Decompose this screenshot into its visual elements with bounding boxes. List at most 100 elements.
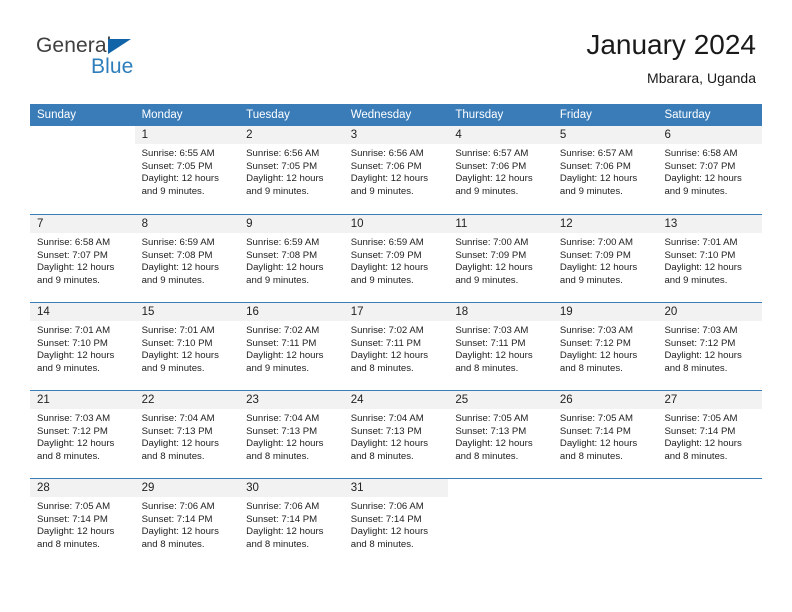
calendar-day-cell[interactable]: 22 Sunrise: 7:04 AM Sunset: 7:13 PM Dayligh… xyxy=(134,391,240,478)
title-block: January 2024 Mbarara, Uganda xyxy=(586,28,756,88)
calendar-day-cell[interactable]: 13 Sunrise: 7:01 AM Sunset: 7:10 PM Dayligh… xyxy=(657,215,763,302)
calendar-day-cell[interactable]: 16 Sunrise: 7:02 AM Sunset: 7:11 PM Dayligh… xyxy=(239,303,344,390)
calendar-day-cell[interactable]: 18 Sunrise: 7:03 AM Sunset: 7:11 PM Dayligh… xyxy=(448,303,553,390)
day-number: 18 xyxy=(448,303,553,321)
day-number: 30 xyxy=(239,479,344,497)
day-sun-info: Sunrise: 6:56 AM Sunset: 7:05 PM Daylight:… xyxy=(239,144,344,198)
day-number: 5 xyxy=(552,126,658,144)
day-sunrise-text: Sunrise: 7:03 AM xyxy=(37,413,111,424)
calendar-week-row: 1 Sunrise: 6:55 AM Sunset: 7:05 PM Daylight… xyxy=(30,126,763,214)
day-sunset-text: Sunset: 7:12 PM xyxy=(664,337,736,349)
day-number xyxy=(657,479,763,497)
calendar-day-cell[interactable]: 3 Sunrise: 6:56 AM Sunset: 7:06 PM Daylight… xyxy=(343,126,449,214)
calendar-day-cell[interactable]: 26 Sunrise: 7:05 AM Sunset: 7:14 PM Dayligh… xyxy=(552,391,658,478)
weekday-header-row: Sunday Monday Tuesday Wednesday Thursday Frid… xyxy=(30,104,762,126)
calendar-day-cell[interactable]: 20 Sunrise: 7:03 AM Sunset: 7:12 PM Dayligh… xyxy=(657,303,763,390)
day-sunrise-text: Sunrise: 6:59 AM xyxy=(141,237,215,248)
calendar-day-cell[interactable]: 4 Sunrise: 6:57 AM Sunset: 7:06 PM Daylight… xyxy=(448,126,553,214)
calendar-day-cell[interactable]: 6 Sunrise: 6:58 AM Sunset: 7:07 PM Daylight… xyxy=(657,126,763,214)
day-sunrise-text: Sunrise: 7:02 AM xyxy=(246,325,320,336)
day-daylight-text: and 8 minutes. xyxy=(37,538,100,550)
calendar-day-cell[interactable]: 5 Sunrise: 6:57 AM Sunset: 7:06 PM Daylight… xyxy=(552,126,658,214)
day-number: 2 xyxy=(239,126,344,144)
day-sunrise-text: Sunrise: 7:05 AM xyxy=(559,413,633,424)
day-number: 10 xyxy=(343,215,449,233)
day-sunrise-text: Sunrise: 7:03 AM xyxy=(559,325,633,336)
day-number: 27 xyxy=(657,391,763,409)
day-daylight-text: and 9 minutes. xyxy=(246,185,310,197)
day-daylight-text: and 9 minutes. xyxy=(350,185,414,197)
day-daylight-text: and 9 minutes. xyxy=(141,185,205,197)
day-sun-info: Sunrise: 6:55 AM Sunset: 7:05 PM Daylight:… xyxy=(135,144,240,198)
day-sunrise-text: Sunrise: 6:58 AM xyxy=(37,237,111,248)
day-sun-info: Sunrise: 7:03 AM Sunset: 7:12 PM Daylight:… xyxy=(30,409,135,463)
day-sunrise-text: Sunrise: 7:04 AM xyxy=(141,413,215,424)
day-sunset-text: Sunset: 7:10 PM xyxy=(141,337,213,349)
calendar-day-cell[interactable]: 15 Sunrise: 7:01 AM Sunset: 7:10 PM Dayligh… xyxy=(134,303,240,390)
day-daylight-text: and 9 minutes. xyxy=(455,185,519,197)
calendar-day-cell[interactable]: 25 Sunrise: 7:05 AM Sunset: 7:13 PM Dayligh… xyxy=(448,391,553,478)
day-number: 12 xyxy=(552,215,658,233)
day-daylight-text: Daylight: 12 hours xyxy=(141,526,219,538)
day-daylight-text: and 9 minutes. xyxy=(141,362,205,374)
page-subtitle: Mbarara, Uganda xyxy=(647,70,756,86)
day-sun-info: Sunrise: 7:05 AM Sunset: 7:14 PM Daylight:… xyxy=(657,409,762,463)
calendar-day-cell[interactable]: 11 Sunrise: 7:00 AM Sunset: 7:09 PM Dayligh… xyxy=(448,215,553,302)
day-number: 9 xyxy=(239,215,344,233)
calendar-day-cell[interactable]: 8 Sunrise: 6:59 AM Sunset: 7:08 PM Daylight… xyxy=(134,215,240,302)
day-daylight-text: and 9 minutes. xyxy=(664,274,728,286)
calendar-day-cell[interactable]: 24 Sunrise: 7:04 AM Sunset: 7:13 PM Dayligh… xyxy=(343,391,449,478)
day-sunset-text: Sunset: 7:14 PM xyxy=(37,513,108,525)
calendar-day-cell[interactable]: 23 Sunrise: 7:04 AM Sunset: 7:13 PM Dayligh… xyxy=(239,391,344,478)
weekday-header-wednesday: Wednesday xyxy=(350,109,412,121)
day-sunset-text: Sunset: 7:07 PM xyxy=(664,160,736,172)
page-title: January 2024 xyxy=(586,29,756,60)
day-number: 8 xyxy=(134,215,240,233)
brand-triangle-icon xyxy=(108,39,131,54)
day-number: 6 xyxy=(657,126,763,144)
day-daylight-text: Daylight: 12 hours xyxy=(141,173,219,185)
day-daylight-text: Daylight: 12 hours xyxy=(350,438,429,450)
day-daylight-text: Daylight: 12 hours xyxy=(664,262,742,274)
day-daylight-text: Daylight: 12 hours xyxy=(37,526,115,538)
day-sun-info: Sunrise: 6:59 AM Sunset: 7:08 PM Daylight:… xyxy=(135,233,240,287)
day-sun-info: Sunrise: 6:57 AM Sunset: 7:06 PM Daylight:… xyxy=(553,144,658,198)
day-sunrise-text: Sunrise: 6:57 AM xyxy=(455,148,529,159)
day-number: 23 xyxy=(239,391,344,409)
calendar-day-cell[interactable]: 14 Sunrise: 7:01 AM Sunset: 7:10 PM Dayligh… xyxy=(30,303,135,390)
calendar-day-cell[interactable]: 19 Sunrise: 7:03 AM Sunset: 7:12 PM Dayligh… xyxy=(552,303,658,390)
calendar-day-cell[interactable]: 2 Sunrise: 6:56 AM Sunset: 7:05 PM Daylight… xyxy=(239,126,344,214)
day-sunset-text: Sunset: 7:05 PM xyxy=(246,160,318,172)
calendar-day-cell[interactable]: 1 Sunrise: 6:55 AM Sunset: 7:05 PM Daylight… xyxy=(134,126,240,214)
day-sun-info: Sunrise: 6:59 AM Sunset: 7:09 PM Daylight:… xyxy=(344,233,449,287)
day-daylight-text: Daylight: 12 hours xyxy=(350,262,429,274)
calendar-day-cell[interactable]: 10 Sunrise: 6:59 AM Sunset: 7:09 PM Dayligh… xyxy=(343,215,449,302)
day-sunset-text: Sunset: 7:06 PM xyxy=(350,160,422,172)
day-daylight-text: Daylight: 12 hours xyxy=(559,262,638,274)
calendar-day-cell[interactable]: 30 Sunrise: 7:06 AM Sunset: 7:14 PM Dayligh… xyxy=(239,479,344,566)
day-daylight-text: Daylight: 12 hours xyxy=(350,350,429,362)
day-daylight-text: Daylight: 12 hours xyxy=(455,262,533,274)
brand-logo[interactable]: General Blue xyxy=(36,34,266,90)
day-daylight-text: and 8 minutes. xyxy=(350,538,414,550)
day-daylight-text: Daylight: 12 hours xyxy=(37,350,115,362)
calendar-day-cell[interactable]: 7 Sunrise: 6:58 AM Sunset: 7:07 PM Daylight… xyxy=(30,215,135,302)
day-sunset-text: Sunset: 7:14 PM xyxy=(246,513,318,525)
weekday-header-sunday: Sunday xyxy=(37,109,77,121)
calendar-day-cell[interactable]: 9 Sunrise: 6:59 AM Sunset: 7:08 PM Daylight… xyxy=(239,215,344,302)
day-sunset-text: Sunset: 7:08 PM xyxy=(141,249,213,261)
calendar-day-cell[interactable]: 29 Sunrise: 7:06 AM Sunset: 7:14 PM Dayligh… xyxy=(134,479,240,566)
calendar-day-cell[interactable]: 21 Sunrise: 7:03 AM Sunset: 7:12 PM Dayligh… xyxy=(30,391,135,478)
day-sunrise-text: Sunrise: 6:58 AM xyxy=(664,148,738,159)
day-sun-info: Sunrise: 7:01 AM Sunset: 7:10 PM Daylight:… xyxy=(657,233,762,287)
calendar-day-cell[interactable]: 28 Sunrise: 7:05 AM Sunset: 7:14 PM Dayligh… xyxy=(30,479,135,566)
day-sunrise-text: Sunrise: 6:57 AM xyxy=(559,148,633,159)
weekday-header-saturday: Saturday xyxy=(664,109,711,121)
calendar-day-cell[interactable]: 31 Sunrise: 7:06 AM Sunset: 7:14 PM Dayligh… xyxy=(343,479,449,566)
calendar-day-cell[interactable]: 17 Sunrise: 7:02 AM Sunset: 7:11 PM Dayligh… xyxy=(343,303,449,390)
day-sunset-text: Sunset: 7:13 PM xyxy=(141,425,213,437)
calendar-day-cell[interactable]: 27 Sunrise: 7:05 AM Sunset: 7:14 PM Dayligh… xyxy=(657,391,763,478)
day-sun-info: Sunrise: 7:01 AM Sunset: 7:10 PM Daylight:… xyxy=(30,321,135,375)
day-sunset-text: Sunset: 7:13 PM xyxy=(455,425,527,437)
calendar-day-cell[interactable]: 12 Sunrise: 7:00 AM Sunset: 7:09 PM Dayligh… xyxy=(552,215,658,302)
